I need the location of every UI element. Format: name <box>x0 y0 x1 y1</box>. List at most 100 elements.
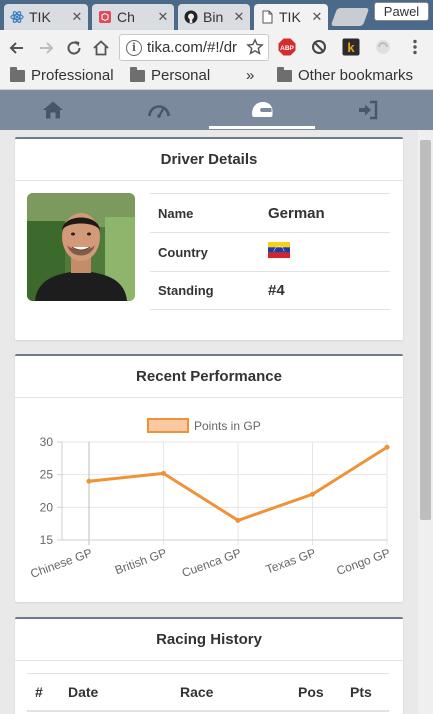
folder-icon <box>10 66 25 82</box>
chart-legend[interactable]: Points in GP <box>147 418 261 433</box>
adblock-plus-button[interactable]: ABP <box>278 38 296 56</box>
driver-photo <box>27 193 135 301</box>
sign-in-icon <box>359 100 378 120</box>
cube-icon <box>99 11 111 23</box>
forward-button[interactable] <box>35 37 57 59</box>
column-header-number[interactable]: # <box>27 684 68 700</box>
recent-performance-title: Recent Performance <box>15 356 403 398</box>
driver-portrait-image <box>27 193 135 301</box>
data-point[interactable] <box>384 444 390 450</box>
arrow-left-icon <box>9 42 23 54</box>
nav-home[interactable] <box>0 90 106 130</box>
racing-history-header-row: # Date Race Pos Pts <box>27 674 389 712</box>
info-icon[interactable]: i <box>126 39 142 56</box>
folder-icon <box>277 66 292 82</box>
detail-label: Standing <box>158 283 214 298</box>
browser-tab-2[interactable]: Ch ✕ <box>92 4 174 30</box>
star-icon <box>246 38 264 55</box>
x-tick-label: Cuenca GP <box>180 546 243 580</box>
performance-line-chart: 30 25 20 15 Chinese GP British GP Cuenca GP Te… <box>28 418 392 581</box>
detail-row-country: Country <box>150 232 390 271</box>
data-point[interactable] <box>235 517 241 523</box>
x-tick-label: Chinese GP <box>28 546 94 581</box>
y-tick-label: 25 <box>40 468 54 482</box>
chart-y-ticks: 30 25 20 15 <box>40 435 54 547</box>
page-icon <box>262 10 273 24</box>
nav-dashboard[interactable] <box>106 90 212 130</box>
browser-toolbar: i tika.com/#!/dr ABP k <box>0 30 433 64</box>
bookmark-label: Other bookmarks <box>298 67 414 84</box>
y-tick-label: 30 <box>40 435 54 449</box>
keepa-extension-button[interactable]: k <box>342 38 360 56</box>
app-nav-bar <box>0 90 433 130</box>
browser-menu-button[interactable] <box>406 38 424 56</box>
racing-history-card: Racing History # Date Race Pos Pts <box>15 617 403 714</box>
folder-icon <box>130 66 145 82</box>
standing-value: #4 <box>268 282 285 299</box>
chart-gridlines <box>57 441 388 545</box>
tab-close-icon[interactable]: ✕ <box>155 9 171 25</box>
browser-tab-1[interactable]: TIK ✕ <box>4 4 88 30</box>
sync-icon <box>312 40 326 54</box>
data-point[interactable] <box>86 478 92 484</box>
legend-label: Points in GP <box>194 419 261 433</box>
back-button[interactable] <box>6 37 28 59</box>
browser-tab-4-active[interactable]: TIK ✕ <box>254 4 328 30</box>
k-extension-label: k <box>347 40 355 55</box>
data-point[interactable] <box>161 470 166 476</box>
bookmark-label: Professional <box>31 67 114 84</box>
profile-button[interactable]: Pawel <box>374 2 429 21</box>
recent-performance-card: Recent Performance 30 25 20 15 Chinese GP Br… <box>15 354 403 602</box>
helmet-icon <box>252 102 273 117</box>
url-text: tika.com/#!/dr <box>147 39 238 56</box>
menu-dots-icon <box>413 39 417 55</box>
reload-icon <box>67 41 81 55</box>
tab-label: Ch <box>117 9 135 25</box>
legend-swatch <box>147 418 189 433</box>
column-header-date[interactable]: Date <box>68 684 180 700</box>
page-scrollbar-thumb[interactable] <box>420 140 431 520</box>
bookmarks-overflow-button[interactable]: » <box>246 67 254 84</box>
driver-details-title: Driver Details <box>15 139 403 181</box>
detail-label: Name <box>158 205 194 221</box>
bookmarks-bar: Professional Personal » Other bookmarks <box>0 64 433 90</box>
column-header-pts[interactable]: Pts <box>350 684 389 700</box>
bookmark-star-button[interactable] <box>246 38 264 56</box>
bookmark-label: Personal <box>151 67 211 84</box>
speedometer-icon <box>148 105 170 118</box>
column-header-pos[interactable]: Pos <box>298 684 350 700</box>
x-tick-label: Texas GP <box>264 546 318 577</box>
driver-name-value: German <box>268 204 325 222</box>
extension-sync-button[interactable] <box>310 38 328 56</box>
home-button[interactable] <box>90 37 112 59</box>
tab-label: TIK <box>29 9 51 25</box>
nav-sign-in[interactable] <box>315 90 421 130</box>
data-point[interactable] <box>310 491 315 497</box>
tab-close-icon[interactable]: ✕ <box>69 9 85 25</box>
bookmark-folder-professional[interactable]: Professional <box>10 66 114 84</box>
driver-details-card: Driver Details Name German Country Stand… <box>15 137 403 340</box>
x-tick-label: Congo GP <box>335 546 392 578</box>
venezuela-flag-icon <box>268 242 290 258</box>
country-value <box>268 242 390 262</box>
extension-button[interactable] <box>374 38 392 56</box>
other-bookmarks-folder[interactable]: Other bookmarks <box>277 66 414 84</box>
browser-tab-3[interactable]: Bin ✕ <box>178 4 250 30</box>
driver-details-table: Name German Country Standing #4 <box>150 193 390 310</box>
nav-driver[interactable] <box>209 90 315 130</box>
detail-row-standing: Standing #4 <box>150 271 390 310</box>
arrow-right-icon <box>40 42 54 54</box>
tab-close-icon[interactable]: ✕ <box>309 9 325 25</box>
k-extension-icon: k <box>342 38 360 56</box>
racing-history-table: # Date Race Pos Pts <box>27 673 389 712</box>
tab-close-icon[interactable]: ✕ <box>231 9 247 25</box>
reload-button[interactable] <box>63 37 85 59</box>
bookmark-folder-personal[interactable]: Personal <box>130 66 211 84</box>
y-tick-label: 15 <box>40 533 54 547</box>
adblock-label: ABP <box>280 45 294 52</box>
x-tick-label: British GP <box>113 546 169 578</box>
new-tab-button[interactable] <box>330 8 370 26</box>
tab-label: TIK <box>279 9 301 25</box>
column-header-race[interactable]: Race <box>180 684 298 700</box>
atom-icon <box>10 11 24 23</box>
